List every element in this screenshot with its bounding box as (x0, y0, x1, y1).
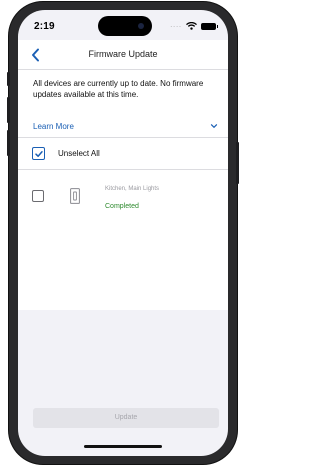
device-name: Kitchen, Main Lights (105, 186, 160, 192)
status-time: 2:19 (34, 21, 55, 32)
navbar: Firmware Update (18, 40, 228, 70)
dynamic-island (98, 16, 152, 36)
main-content: All devices are currently up to date. No… (18, 70, 228, 310)
volume-up-button (7, 97, 10, 123)
page-title: Firmware Update (88, 49, 158, 59)
select-all-checkbox[interactable] (32, 147, 45, 160)
status-message: All devices are currently up to date. No… (33, 79, 204, 99)
device-checkbox[interactable] (32, 190, 44, 202)
learn-more-row[interactable]: Learn More (18, 114, 228, 138)
learn-more-link[interactable]: Learn More (33, 122, 74, 131)
home-indicator[interactable] (84, 445, 162, 448)
device-row[interactable]: Kitchen, Main Lights Completed (18, 180, 228, 226)
wifi-icon (186, 22, 197, 30)
camera-dot (138, 23, 144, 29)
mute-switch (7, 72, 10, 86)
light-switch-icon (70, 188, 80, 204)
select-all-label: Unselect All (58, 149, 100, 158)
screen: 2:19 .... Firmware Update All devices ar… (18, 10, 228, 456)
power-button (236, 142, 239, 184)
status-icons: .... (170, 22, 218, 30)
update-button[interactable]: Update (33, 408, 219, 428)
signal-icon: .... (170, 22, 182, 29)
device-status: Completed (105, 203, 139, 210)
volume-down-button (7, 130, 10, 156)
battery-icon (201, 22, 218, 30)
chevron-down-icon[interactable] (210, 122, 218, 130)
checkmark-icon (34, 150, 43, 157)
select-all-row[interactable]: Unselect All (18, 138, 228, 170)
